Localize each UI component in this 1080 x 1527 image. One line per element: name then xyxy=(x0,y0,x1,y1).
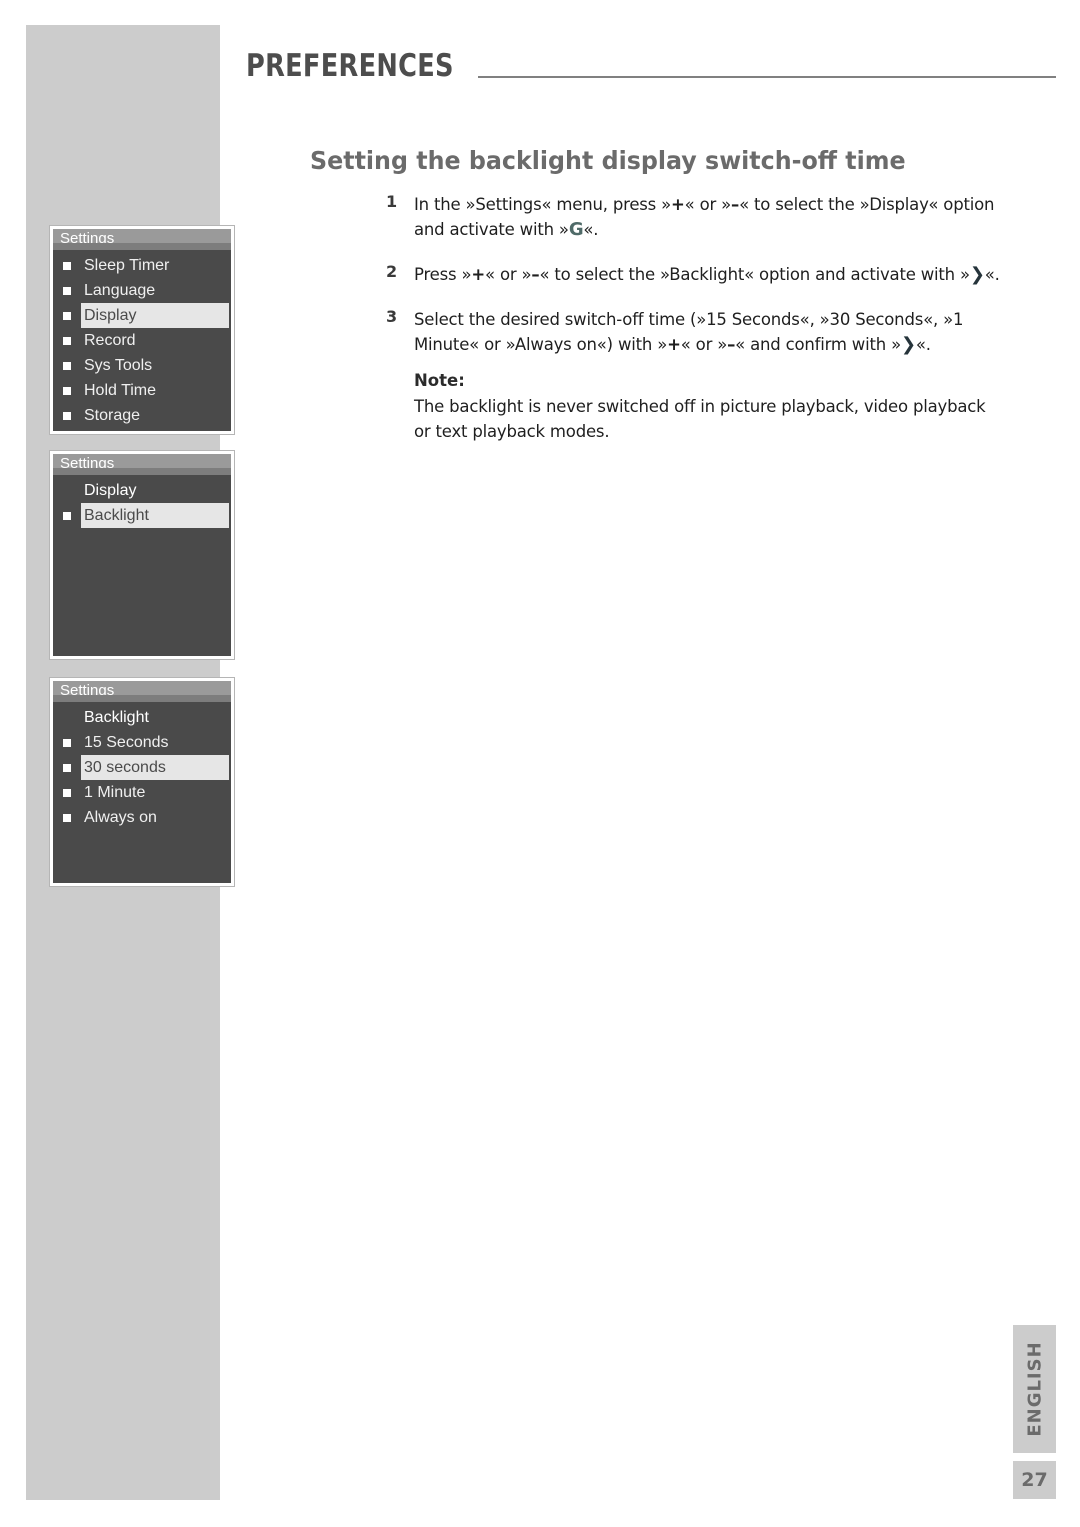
bullet-icon xyxy=(63,362,71,370)
menu-item-hold-time[interactable]: Hold Time xyxy=(53,378,231,403)
menu-item-always-on[interactable]: Always on xyxy=(53,805,231,830)
menu-item-label: 30 seconds xyxy=(81,755,229,780)
bullet-icon xyxy=(63,287,71,295)
language-tab: ENGLISH xyxy=(1013,1325,1056,1453)
menu-list: Backlight 15 Seconds 30 seconds 1 Minute… xyxy=(53,702,231,830)
step-number: 2 xyxy=(386,262,398,281)
bullet-icon xyxy=(63,764,71,772)
menu-item-label: Display xyxy=(81,303,229,328)
step-text-mid: « or » xyxy=(684,195,732,214)
step-number: 1 xyxy=(386,192,398,211)
menu-item-sleep-timer[interactable]: Sleep Timer xyxy=(53,253,231,278)
right-arrow-icon: ❯ xyxy=(969,264,985,285)
step-item: 3 Select the desired switch-off time (»1… xyxy=(386,307,1002,444)
step-item: 1 In the »Settings« menu, press »+« or »… xyxy=(386,192,1002,242)
menu-item-label: Language xyxy=(84,282,156,299)
key-plus: + xyxy=(471,265,486,284)
step-text-end: «. xyxy=(984,265,1000,284)
page-number-box: 27 xyxy=(1013,1461,1056,1499)
bullet-icon xyxy=(63,262,71,270)
bullet-icon xyxy=(63,789,71,797)
menu-item-label: 1 Minute xyxy=(84,784,146,801)
menu-item-label: Sys Tools xyxy=(84,357,153,374)
menu-item-label: Sleep Timer xyxy=(84,257,170,274)
step-text: In the »Settings« menu, press »+« or »– «… xyxy=(414,192,1002,242)
key-plus: + xyxy=(671,195,685,214)
header-divider xyxy=(478,76,1056,78)
menu-item-30-seconds[interactable]: 30 seconds xyxy=(53,755,231,780)
bullet-icon xyxy=(63,337,71,345)
menu-item-record[interactable]: Record xyxy=(53,328,231,353)
screen-titlebar: Settings xyxy=(53,454,231,475)
step-text: Select the desired switch-off time (»15 … xyxy=(414,307,1002,357)
page-number-label: 27 xyxy=(1021,1469,1048,1491)
bullet-icon xyxy=(63,412,71,420)
menu-item-label: Record xyxy=(84,332,136,349)
screen-inner: Settings Sleep Timer Language Display Re… xyxy=(53,229,231,431)
screen-titlebar: Settings xyxy=(53,681,231,702)
menu-section-display: Display xyxy=(53,478,231,503)
note-label: Note: xyxy=(414,371,465,390)
menu-section-label: Display xyxy=(84,482,137,499)
step-text-end: «. xyxy=(915,335,931,354)
menu-item-label: Hold Time xyxy=(84,382,157,399)
step-text-mid: « or » xyxy=(680,335,728,354)
menu-item-backlight[interactable]: Backlight xyxy=(53,503,231,528)
menu-section-label: Backlight xyxy=(84,709,149,726)
step-text: Press »+« or »–« to select the »Backligh… xyxy=(414,262,1002,287)
screen-inner: Settings Backlight 15 Seconds 30 seconds… xyxy=(53,681,231,883)
menu-list: Display Backlight xyxy=(53,475,231,528)
menu-item-15-seconds[interactable]: 15 Seconds xyxy=(53,730,231,755)
menu-item-sys-tools[interactable]: Sys Tools xyxy=(53,353,231,378)
step-number: 3 xyxy=(386,307,398,326)
step-text-post: « to select the »Backlight« option and a… xyxy=(539,265,970,284)
menu-item-language[interactable]: Language xyxy=(53,278,231,303)
key-plus: + xyxy=(667,335,681,354)
titlebar-strip xyxy=(53,243,231,250)
bullet-icon xyxy=(63,512,71,520)
menu-item-label: Storage xyxy=(84,407,141,424)
titlebar-strip xyxy=(53,695,231,702)
g-button-icon: G xyxy=(568,219,584,240)
right-arrow-icon: ❯ xyxy=(900,334,916,355)
language-label: ENGLISH xyxy=(1024,1341,1045,1437)
step-text-mid: « or » xyxy=(485,265,532,284)
step-text-end: «. xyxy=(583,220,599,239)
menu-section-backlight: Backlight xyxy=(53,705,231,730)
screen-titlebar: Settings xyxy=(53,229,231,250)
device-screen-settings-menu: Settings Sleep Timer Language Display Re… xyxy=(50,226,234,434)
page-header: PREFERENCES xyxy=(246,48,1056,92)
menu-item-label: Backlight xyxy=(81,503,229,528)
step-text-pre: In the »Settings« menu, press » xyxy=(414,195,672,214)
step-text-post: « and confirm with » xyxy=(735,335,901,354)
key-minus: – xyxy=(727,335,736,354)
titlebar-strip xyxy=(53,468,231,475)
screen-inner: Settings Display Backlight xyxy=(53,454,231,656)
device-screen-display-menu: Settings Display Backlight xyxy=(50,451,234,659)
bullet-icon xyxy=(63,387,71,395)
section-heading: Setting the backlight display switch-off… xyxy=(310,146,906,175)
note-text: The backlight is never switched off in p… xyxy=(414,397,986,441)
step-item: 2 Press »+« or »–« to select the »Backli… xyxy=(386,262,1002,287)
menu-item-label: 15 Seconds xyxy=(84,734,169,751)
step-text-pre: Press » xyxy=(414,265,472,284)
instruction-steps: 1 In the »Settings« menu, press »+« or »… xyxy=(386,192,1002,464)
device-screen-backlight-menu: Settings Backlight 15 Seconds 30 seconds… xyxy=(50,678,234,886)
menu-item-display[interactable]: Display xyxy=(53,303,231,328)
key-minus: – xyxy=(731,195,740,214)
menu-item-storage[interactable]: Storage xyxy=(53,403,231,428)
menu-item-label: Always on xyxy=(84,809,157,826)
page-title: PREFERENCES xyxy=(246,48,454,84)
bullet-icon xyxy=(63,312,71,320)
bullet-icon xyxy=(63,814,71,822)
bullet-icon xyxy=(63,739,71,747)
menu-item-1-minute[interactable]: 1 Minute xyxy=(53,780,231,805)
menu-list: Sleep Timer Language Display Record Sys … xyxy=(53,250,231,428)
